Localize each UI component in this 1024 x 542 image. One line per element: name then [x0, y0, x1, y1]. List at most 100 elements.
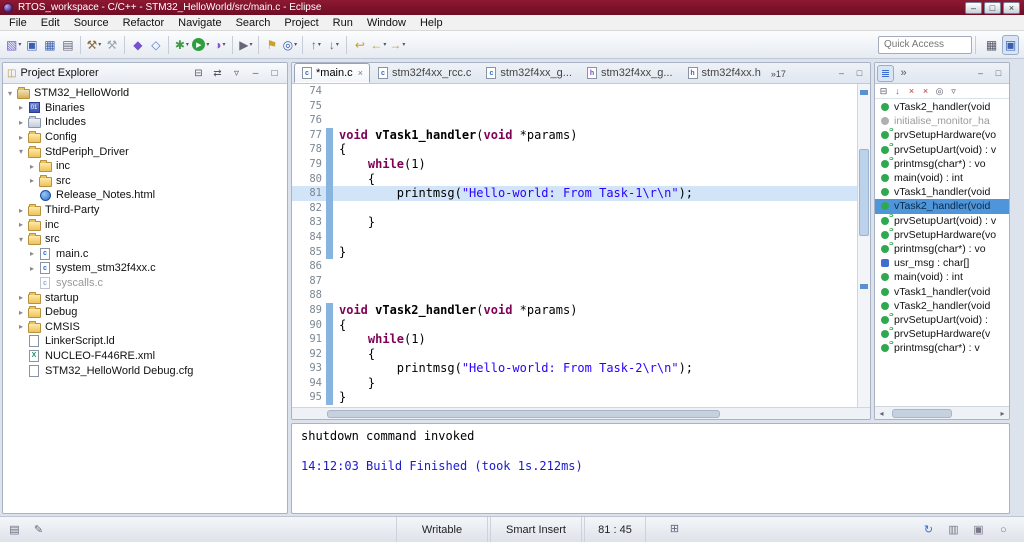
save-button[interactable]: ▣ — [23, 35, 40, 55]
line-number[interactable]: 90 — [292, 318, 326, 333]
tree-item-debug[interactable]: ▸ Debug — [3, 305, 287, 320]
code-area[interactable]: 74 75 76 77 void vTask1_handler(void *params… — [292, 84, 857, 407]
debug-button[interactable]: ✱ — [173, 35, 190, 55]
outline-item-vtask1-handler-void[interactable]: vTask1_handler(void — [875, 185, 1009, 199]
editor-tab-stm32f4xx-rcc-c[interactable]: c stm32f4xx_rcc.c — [370, 63, 478, 83]
line-number[interactable]: 75 — [292, 99, 326, 114]
editor-tab-main-c[interactable]: c *main.c × — [294, 63, 370, 83]
line-number[interactable]: 78 — [292, 142, 326, 157]
code-line[interactable]: 85} — [292, 244, 857, 260]
outline-item-printmsg-char-vo[interactable]: printmsg(char*) : vo — [875, 157, 1009, 171]
next-annotation-button[interactable]: ↓ — [325, 35, 342, 55]
code-line[interactable]: 95} — [292, 390, 857, 406]
code-line[interactable]: 84 — [292, 229, 857, 245]
code-line[interactable]: 82 — [292, 200, 857, 216]
tree-item-syscalls-c[interactable]: c syscalls.c — [3, 276, 287, 291]
hide-static-members-button[interactable]: × — [919, 85, 932, 98]
outline-view-tab[interactable]: ≣ — [877, 64, 894, 82]
menu-edit[interactable]: Edit — [34, 16, 67, 30]
editor-horizontal-scrollbar[interactable] — [292, 407, 870, 419]
link-with-editor-button[interactable]: ⇄ — [209, 65, 226, 81]
menu-search[interactable]: Search — [229, 16, 278, 30]
outline-item-printmsg-char-vo[interactable]: printmsg(char*) : vo — [875, 242, 1009, 256]
open-perspective-button[interactable]: ▦ — [983, 35, 1000, 55]
outline-horizontal-scrollbar[interactable]: ◂ ▸ — [875, 406, 1009, 419]
outline-item-vtask1-handler-void[interactable]: vTask1_handler(void — [875, 284, 1009, 298]
scroll-left-arrow[interactable]: ◂ — [875, 409, 888, 418]
outline-item-main-void-int[interactable]: main(void) : int — [875, 171, 1009, 185]
new-class-wizard-button[interactable]: ◇ — [147, 35, 164, 55]
last-edit-location-button[interactable]: ↩ — [351, 35, 368, 55]
menu-window[interactable]: Window — [360, 16, 413, 30]
view-menu-button[interactable]: ▿ — [947, 85, 960, 98]
editor-tab-stm32f4xx-g[interactable]: c stm32f4xx_g... — [478, 63, 579, 83]
outline-item-prvsetuphardware-vo[interactable]: prvSetupHardware(vo — [875, 228, 1009, 242]
menu-project[interactable]: Project — [277, 16, 325, 30]
minimize-view-button[interactable]: – — [972, 66, 989, 80]
line-number[interactable]: 91 — [292, 332, 326, 347]
change-marker[interactable] — [860, 90, 868, 95]
tree-item-stm32-helloworld[interactable]: ▾ STM32_HelloWorld — [3, 86, 287, 101]
line-number[interactable]: 87 — [292, 274, 326, 289]
collapse-arrow-icon[interactable]: ▾ — [16, 235, 26, 244]
outline-item-vtask2-handler-void[interactable]: vTask2_handler(void — [875, 100, 1009, 114]
line-number[interactable]: 80 — [292, 172, 326, 187]
line-number[interactable]: 88 — [292, 288, 326, 303]
tree-item-release-notes-html[interactable]: Release_Notes.html — [3, 188, 287, 203]
outline-item-prvsetupuart-void-v[interactable]: prvSetupUart(void) : v — [875, 143, 1009, 157]
code-line[interactable]: 86 — [292, 259, 857, 274]
line-number[interactable]: 94 — [292, 376, 326, 391]
code-line[interactable]: 78 { — [292, 142, 857, 157]
line-number[interactable]: 89 — [292, 303, 326, 318]
expand-arrow-icon[interactable]: ▸ — [16, 103, 26, 112]
close-tab-icon[interactable]: × — [358, 68, 363, 78]
tree-item-stm32-helloworld-debug-cfg[interactable]: STM32_HelloWorld Debug.cfg — [3, 363, 287, 378]
new-button[interactable]: ▧ — [5, 35, 22, 55]
code-line[interactable]: 83 } — [292, 215, 857, 230]
tree-item-inc[interactable]: ▸ inc — [3, 217, 287, 232]
menu-help[interactable]: Help — [413, 16, 450, 30]
minimize-editor-button[interactable]: – — [833, 66, 850, 80]
sync-icon[interactable]: ↻ — [920, 521, 937, 538]
profile-button[interactable]: ◑ — [211, 35, 228, 55]
build-project-button[interactable]: ⚒ — [103, 35, 120, 55]
collapse-all-button[interactable]: ⊟ — [877, 85, 890, 98]
line-number[interactable]: 79 — [292, 157, 326, 172]
code-line[interactable]: 80 { — [292, 171, 857, 187]
maximize-view-button[interactable]: □ — [990, 66, 1007, 80]
collapse-all-button[interactable]: ⊟ — [190, 65, 207, 81]
line-number[interactable]: 92 — [292, 347, 326, 362]
code-line[interactable]: 93 printmsg("Hello-world: From Task-2\r\… — [292, 361, 857, 376]
mark-occurrences-button[interactable]: ⚑ — [263, 35, 280, 55]
outline-item-vtask2-handler-void[interactable]: vTask2_handler(void — [875, 299, 1009, 313]
expand-arrow-icon[interactable]: ▸ — [16, 118, 26, 127]
line-number[interactable]: 81 — [292, 186, 326, 201]
collapse-arrow-icon[interactable]: ▾ — [5, 89, 15, 98]
code-line[interactable]: 79 while(1) — [292, 156, 857, 172]
maximize-editor-button[interactable]: □ — [851, 66, 868, 80]
project-explorer-title[interactable]: Project Explorer — [20, 67, 98, 79]
code-line[interactable]: 77 void vTask1_handler(void *params) — [292, 127, 857, 143]
close-window-button[interactable]: × — [1003, 1, 1020, 14]
expand-arrow-icon[interactable]: ▸ — [27, 176, 37, 185]
expand-arrow-icon[interactable]: ▸ — [16, 322, 26, 331]
menu-file[interactable]: File — [2, 16, 34, 30]
input-method-icon[interactable]: ⊞ — [666, 520, 683, 537]
scroll-right-arrow[interactable]: ▸ — [996, 409, 1009, 418]
outline-item-prvsetuphardware-vo[interactable]: prvSetupHardware(vo — [875, 128, 1009, 142]
edit-mode-icon[interactable]: ✎ — [30, 521, 47, 538]
line-number[interactable]: 86 — [292, 259, 326, 274]
external-tools-button[interactable]: ▶ — [237, 35, 254, 55]
hide-fields-button[interactable]: × — [905, 85, 918, 98]
tree-item-main-c[interactable]: ▸ c main.c — [3, 247, 287, 262]
tree-item-inc[interactable]: ▸ inc — [3, 159, 287, 174]
code-line[interactable]: 92 { — [292, 346, 857, 362]
line-number[interactable]: 95 — [292, 390, 326, 405]
cpp-perspective-button[interactable]: ▣ — [1002, 34, 1019, 55]
scrollbar-thumb[interactable] — [892, 408, 952, 418]
tree-item-src[interactable]: ▸ src — [3, 174, 287, 189]
tab-overflow-indicator[interactable]: »17 — [768, 69, 789, 83]
line-number[interactable]: 74 — [292, 84, 326, 99]
code-line[interactable]: 91 while(1) — [292, 332, 857, 347]
line-number[interactable]: 76 — [292, 113, 326, 128]
